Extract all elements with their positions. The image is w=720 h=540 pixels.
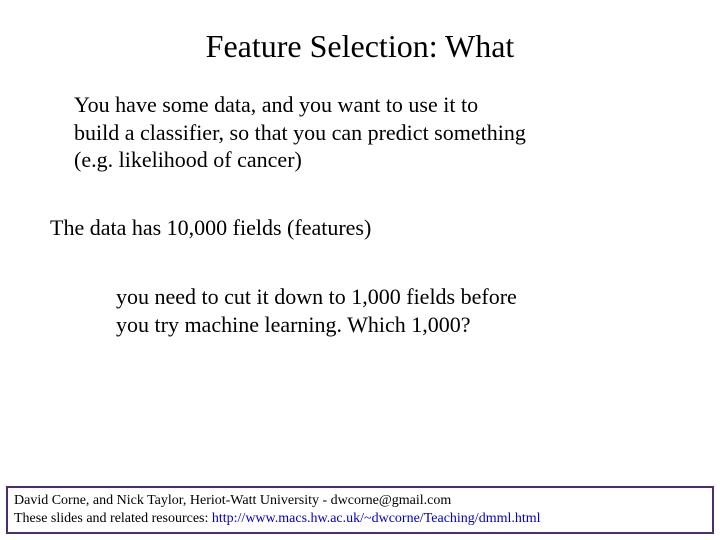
para1-line2: build a classifier, so that you can pred…: [74, 120, 526, 145]
para1-line1: You have some data, and you want to use …: [74, 92, 478, 117]
footer-line-1: David Corne, and Nick Taylor, Heriot-Wat…: [14, 492, 706, 510]
para3-line2: you try machine learning. Which 1,000?: [116, 312, 471, 337]
footer-line-2: These slides and related resources: http…: [14, 510, 706, 528]
para3-line1: you need to cut it down to 1,000 fields …: [116, 284, 517, 309]
paragraph-1: You have some data, and you want to use …: [74, 91, 670, 174]
para1-line3: (e.g. likelihood of cancer): [74, 147, 302, 172]
slide-title: Feature Selection: What: [0, 0, 720, 85]
footer-line-2-prefix: These slides and related resources:: [14, 511, 212, 526]
slide-body: You have some data, and you want to use …: [0, 91, 720, 338]
footer-link[interactable]: http://www.macs.hw.ac.uk/~dwcorne/Teachi…: [212, 511, 541, 526]
footer-attribution: David Corne, and Nick Taylor, Heriot-Wat…: [6, 486, 714, 534]
paragraph-3: you need to cut it down to 1,000 fields …: [116, 283, 626, 338]
paragraph-2: The data has 10,000 fields (features): [50, 214, 670, 242]
